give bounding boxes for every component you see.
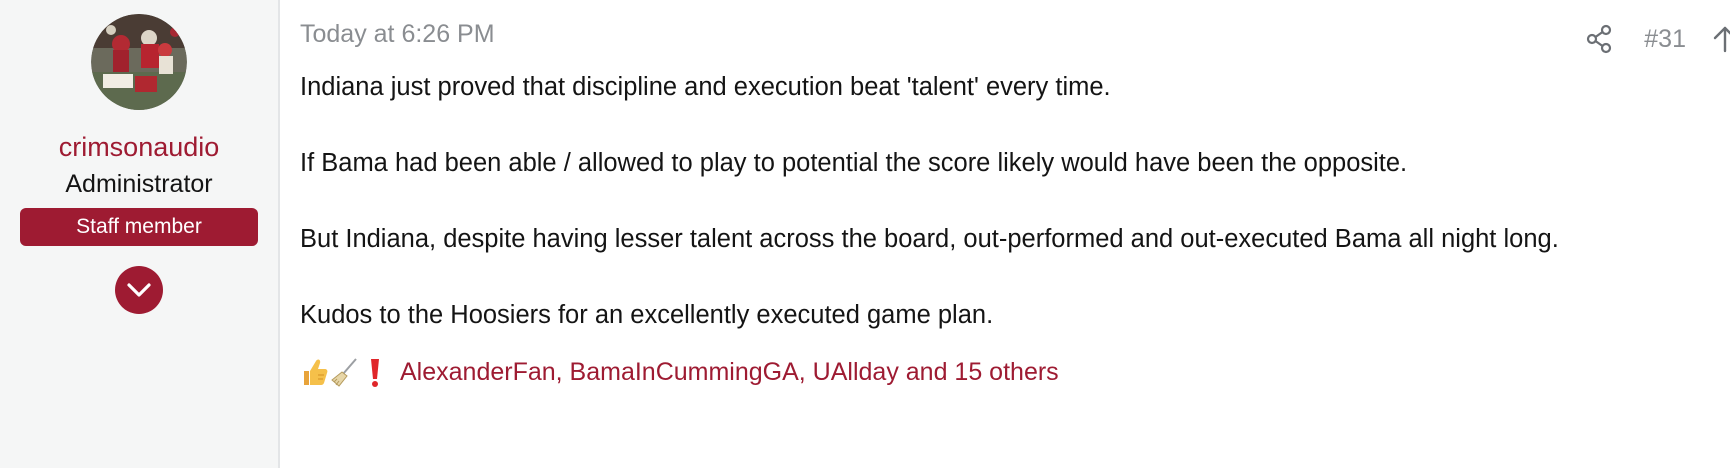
post-main: Today at 6:26 PM #31 Indiana just proved… <box>280 0 1730 468</box>
expand-user-info-button[interactable] <box>115 266 163 314</box>
reaction-users-link[interactable]: AlexanderFan, BamaInCummingGA, UAllday a… <box>400 358 1059 387</box>
share-icon[interactable] <box>1584 24 1614 54</box>
staff-badge: Staff member <box>20 208 258 246</box>
chevron-down-icon <box>127 283 151 297</box>
message-paragraph: But Indiana, despite having lesser talen… <box>300 225 1559 253</box>
forum-post: crimsonaudio Administrator Staff member … <box>0 0 1730 468</box>
user-title: Administrator <box>65 170 213 198</box>
thumbs-up-icon <box>304 359 328 385</box>
reaction-icons[interactable] <box>300 355 390 389</box>
post-number-link[interactable]: #31 <box>1644 25 1686 54</box>
post-header-actions: #31 <box>1584 24 1730 54</box>
post-header: Today at 6:26 PM #31 <box>300 18 1730 58</box>
reactions-bar: AlexanderFan, BamaInCummingGA, UAllday a… <box>300 352 1730 392</box>
broom-icon <box>331 358 357 387</box>
username-link[interactable]: crimsonaudio <box>59 130 220 164</box>
post-date-link[interactable]: Today at 6:26 PM <box>300 18 495 50</box>
message-paragraph: If Bama had been able / allowed to play … <box>300 149 1408 177</box>
arrow-up-icon[interactable] <box>1710 24 1730 54</box>
user-avatar[interactable] <box>91 14 187 110</box>
message-paragraph: Indiana just proved that discipline and … <box>300 73 1111 101</box>
message-paragraph: Kudos to the Hoosiers for an excellently… <box>300 301 994 329</box>
post-message-body: Indiana just proved that discipline and … <box>300 68 1730 334</box>
exclamation-icon <box>371 359 379 387</box>
post-user-sidebar: crimsonaudio Administrator Staff member <box>0 0 280 468</box>
